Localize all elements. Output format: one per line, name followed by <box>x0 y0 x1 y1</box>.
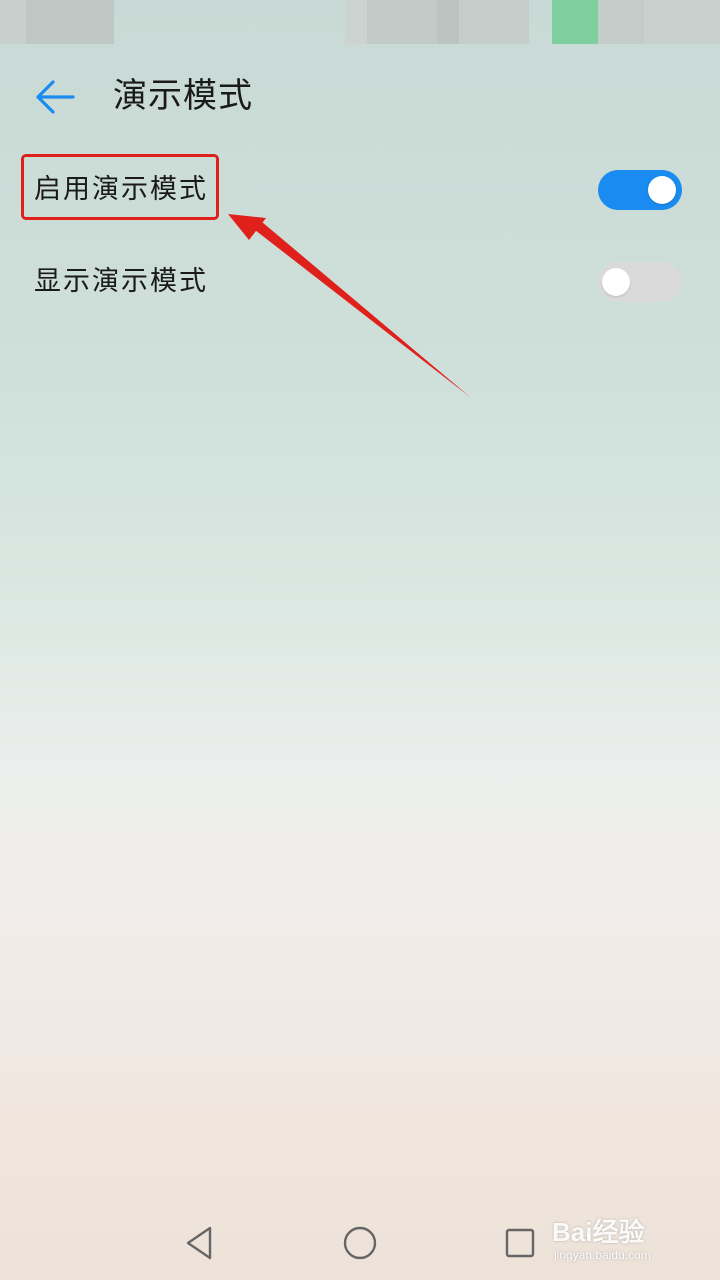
show-demo-toggle[interactable] <box>598 262 682 302</box>
toggle-knob <box>648 176 676 204</box>
setting-row-show-demo[interactable]: 显示演示模式 <box>0 236 720 328</box>
status-bar <box>0 0 720 44</box>
back-button[interactable] <box>26 72 84 122</box>
nav-back-button[interactable] <box>170 1218 230 1268</box>
square-recent-icon <box>505 1228 535 1258</box>
annotation-highlight-box <box>21 154 219 220</box>
circle-home-icon <box>343 1226 377 1260</box>
triangle-back-icon <box>186 1226 212 1260</box>
app-header: 演示模式 <box>0 52 720 142</box>
toggle-knob <box>602 268 630 296</box>
watermark-logo-text: Bai经验 <box>552 1217 645 1247</box>
watermark-url: jingyan.baidu.com <box>554 1248 651 1262</box>
page-title: 演示模式 <box>113 76 253 116</box>
setting-label: 显示演示模式 <box>34 266 208 297</box>
baidu-watermark: Bai经验 jingyan.baidu.com <box>552 1212 682 1272</box>
enable-demo-toggle[interactable] <box>598 170 682 210</box>
nav-home-button[interactable] <box>330 1218 390 1268</box>
arrow-left-icon <box>36 80 75 114</box>
nav-recent-button[interactable] <box>490 1218 550 1268</box>
